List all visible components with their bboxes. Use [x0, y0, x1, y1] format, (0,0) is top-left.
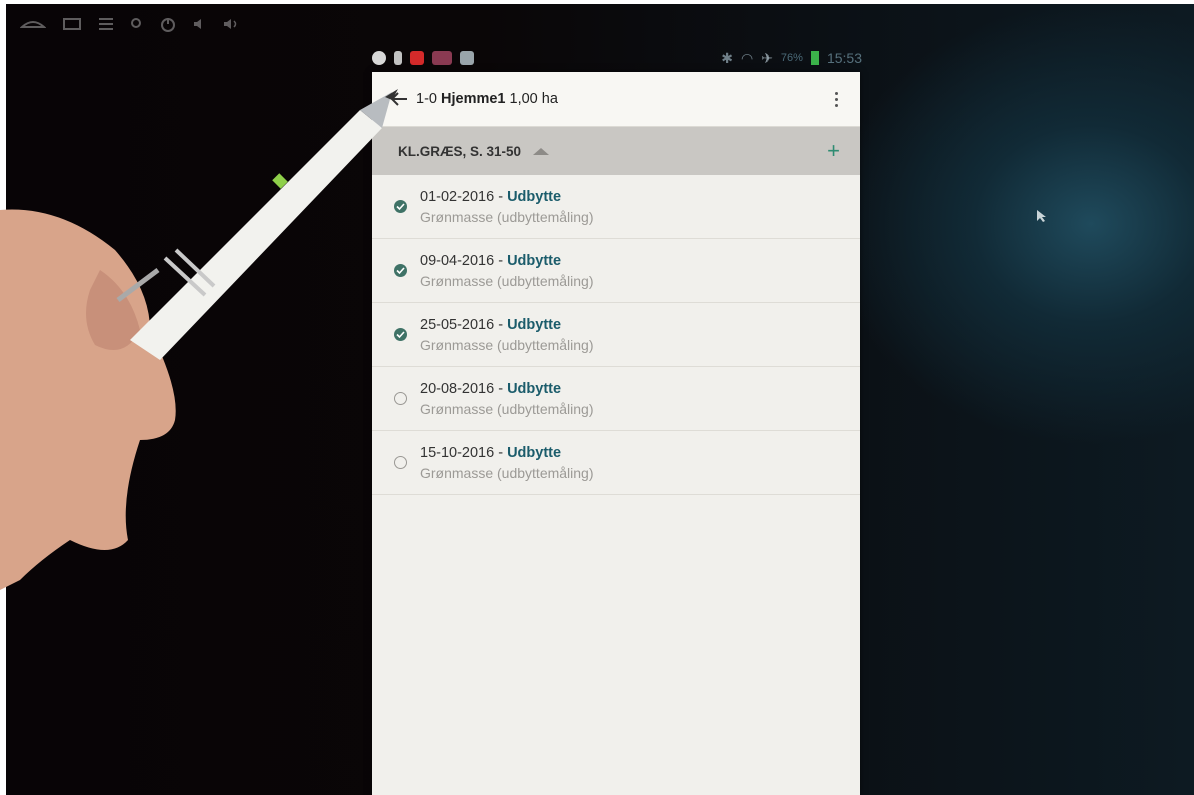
entry-date: 09-04-2016 — [420, 252, 495, 269]
entry-text: 25-05-2016 - Udbytte Grønmasse (udbyttemå… — [420, 317, 594, 353]
page-title: 1-0 Hjemme1 1,00 ha — [416, 91, 558, 107]
entry-title: 20-08-2016 - Udbytte — [420, 381, 594, 397]
empty-circle-icon — [393, 456, 407, 469]
entry-type: Udbytte — [507, 380, 562, 397]
shield-icon — [372, 51, 386, 65]
volume-up-icon — [224, 19, 237, 29]
home-icon — [20, 21, 46, 28]
entry-separator: - — [494, 316, 508, 333]
battery-percent: 76% — [780, 52, 803, 64]
app-screen: 1-0 Hjemme1 1,00 ha KL.GRÆS, S. 31-50 + … — [372, 72, 860, 795]
check-circle-icon — [393, 200, 407, 213]
airplane-icon: ✈ — [761, 49, 773, 66]
check-circle-icon — [393, 264, 407, 277]
battery-icon — [810, 51, 819, 65]
entry-title: 01-02-2016 - Udbytte — [420, 189, 594, 205]
entry-separator: - — [494, 380, 508, 397]
power-icon — [161, 18, 175, 32]
entry-date: 15-10-2016 — [420, 444, 495, 461]
arrow-left-icon — [390, 92, 407, 106]
entry-separator: - — [494, 188, 508, 205]
mouse-cursor-icon — [1036, 209, 1048, 228]
title-area: 1,00 ha — [509, 91, 558, 107]
window-icon — [63, 18, 81, 30]
list-item[interactable]: 09-04-2016 - Udbytte Grønmasse (udbyttemå… — [372, 239, 860, 303]
list-item[interactable]: 25-05-2016 - Udbytte Grønmasse (udbyttemå… — [372, 303, 860, 367]
entry-date: 20-08-2016 — [420, 380, 495, 397]
entry-text: 09-04-2016 - Udbytte Grønmasse (udbyttemå… — [420, 253, 594, 289]
entry-date: 01-02-2016 — [420, 188, 495, 205]
title-name: Hjemme1 — [441, 91, 506, 107]
wifi-icon: ◠ — [740, 49, 754, 66]
back-button[interactable] — [382, 72, 416, 126]
entry-detail: Grønmasse (udbyttemåling) — [420, 272, 594, 289]
notification-red-icon — [410, 51, 424, 65]
entry-detail: Grønmasse (udbyttemåling) — [420, 464, 594, 481]
entry-title: 09-04-2016 - Udbytte — [420, 253, 594, 269]
entry-separator: - — [494, 252, 508, 269]
list-item[interactable]: 01-02-2016 - Udbytte Grønmasse (udbyttemå… — [372, 175, 860, 239]
entry-text: 15-10-2016 - Udbytte Grønmasse (udbyttemå… — [420, 445, 594, 481]
overflow-menu-button[interactable] — [830, 84, 842, 114]
desktop-system-bar — [20, 12, 240, 36]
entry-type: Udbytte — [507, 444, 562, 461]
overflow-menu-icon — [834, 91, 838, 95]
entry-type: Udbytte — [507, 316, 562, 333]
entry-title: 25-05-2016 - Udbytte — [420, 317, 594, 333]
entry-detail: Grønmasse (udbyttemåling) — [420, 400, 594, 417]
entry-type: Udbytte — [507, 188, 562, 205]
volume-down-icon — [194, 19, 201, 29]
entry-list: 01-02-2016 - Udbytte Grønmasse (udbyttemå… — [372, 175, 860, 495]
section-header[interactable]: KL.GRÆS, S. 31-50 + — [372, 127, 860, 175]
entry-title: 15-10-2016 - Udbytte — [420, 445, 594, 461]
check-circle-icon — [393, 328, 407, 341]
entry-text: 01-02-2016 - Udbytte Grønmasse (udbyttemå… — [420, 189, 594, 225]
entry-detail: Grønmasse (udbyttemåling) — [420, 336, 594, 353]
entry-separator: - — [494, 444, 508, 461]
sim-icon — [394, 51, 402, 65]
add-button[interactable]: + — [827, 140, 840, 162]
entry-text: 20-08-2016 - Udbytte Grønmasse (udbyttemå… — [420, 381, 594, 417]
app-bar: 1-0 Hjemme1 1,00 ha — [372, 72, 860, 127]
list-item[interactable]: 15-10-2016 - Udbytte Grønmasse (udbyttemå… — [372, 431, 860, 495]
entry-date: 25-05-2016 — [420, 316, 495, 333]
entry-type: Udbytte — [507, 252, 562, 269]
section-label: KL.GRÆS, S. 31-50 — [398, 143, 522, 159]
list-item[interactable]: 20-08-2016 - Udbytte Grønmasse (udbyttemå… — [372, 367, 860, 431]
title-prefix: 1-0 — [416, 91, 437, 107]
flag-icon — [432, 51, 452, 65]
caret-up-icon[interactable] — [533, 147, 550, 155]
printer-icon — [460, 51, 474, 65]
status-time: 15:53 — [826, 50, 862, 66]
entry-detail: Grønmasse (udbyttemåling) — [420, 208, 594, 225]
bluetooth-icon: ✱ — [721, 49, 733, 66]
empty-circle-icon — [393, 392, 407, 405]
menu-icon — [99, 18, 113, 30]
search-icon — [131, 18, 141, 28]
tablet-status-bar: ✱ ◠ ✈ 76% 15:53 — [372, 46, 862, 70]
